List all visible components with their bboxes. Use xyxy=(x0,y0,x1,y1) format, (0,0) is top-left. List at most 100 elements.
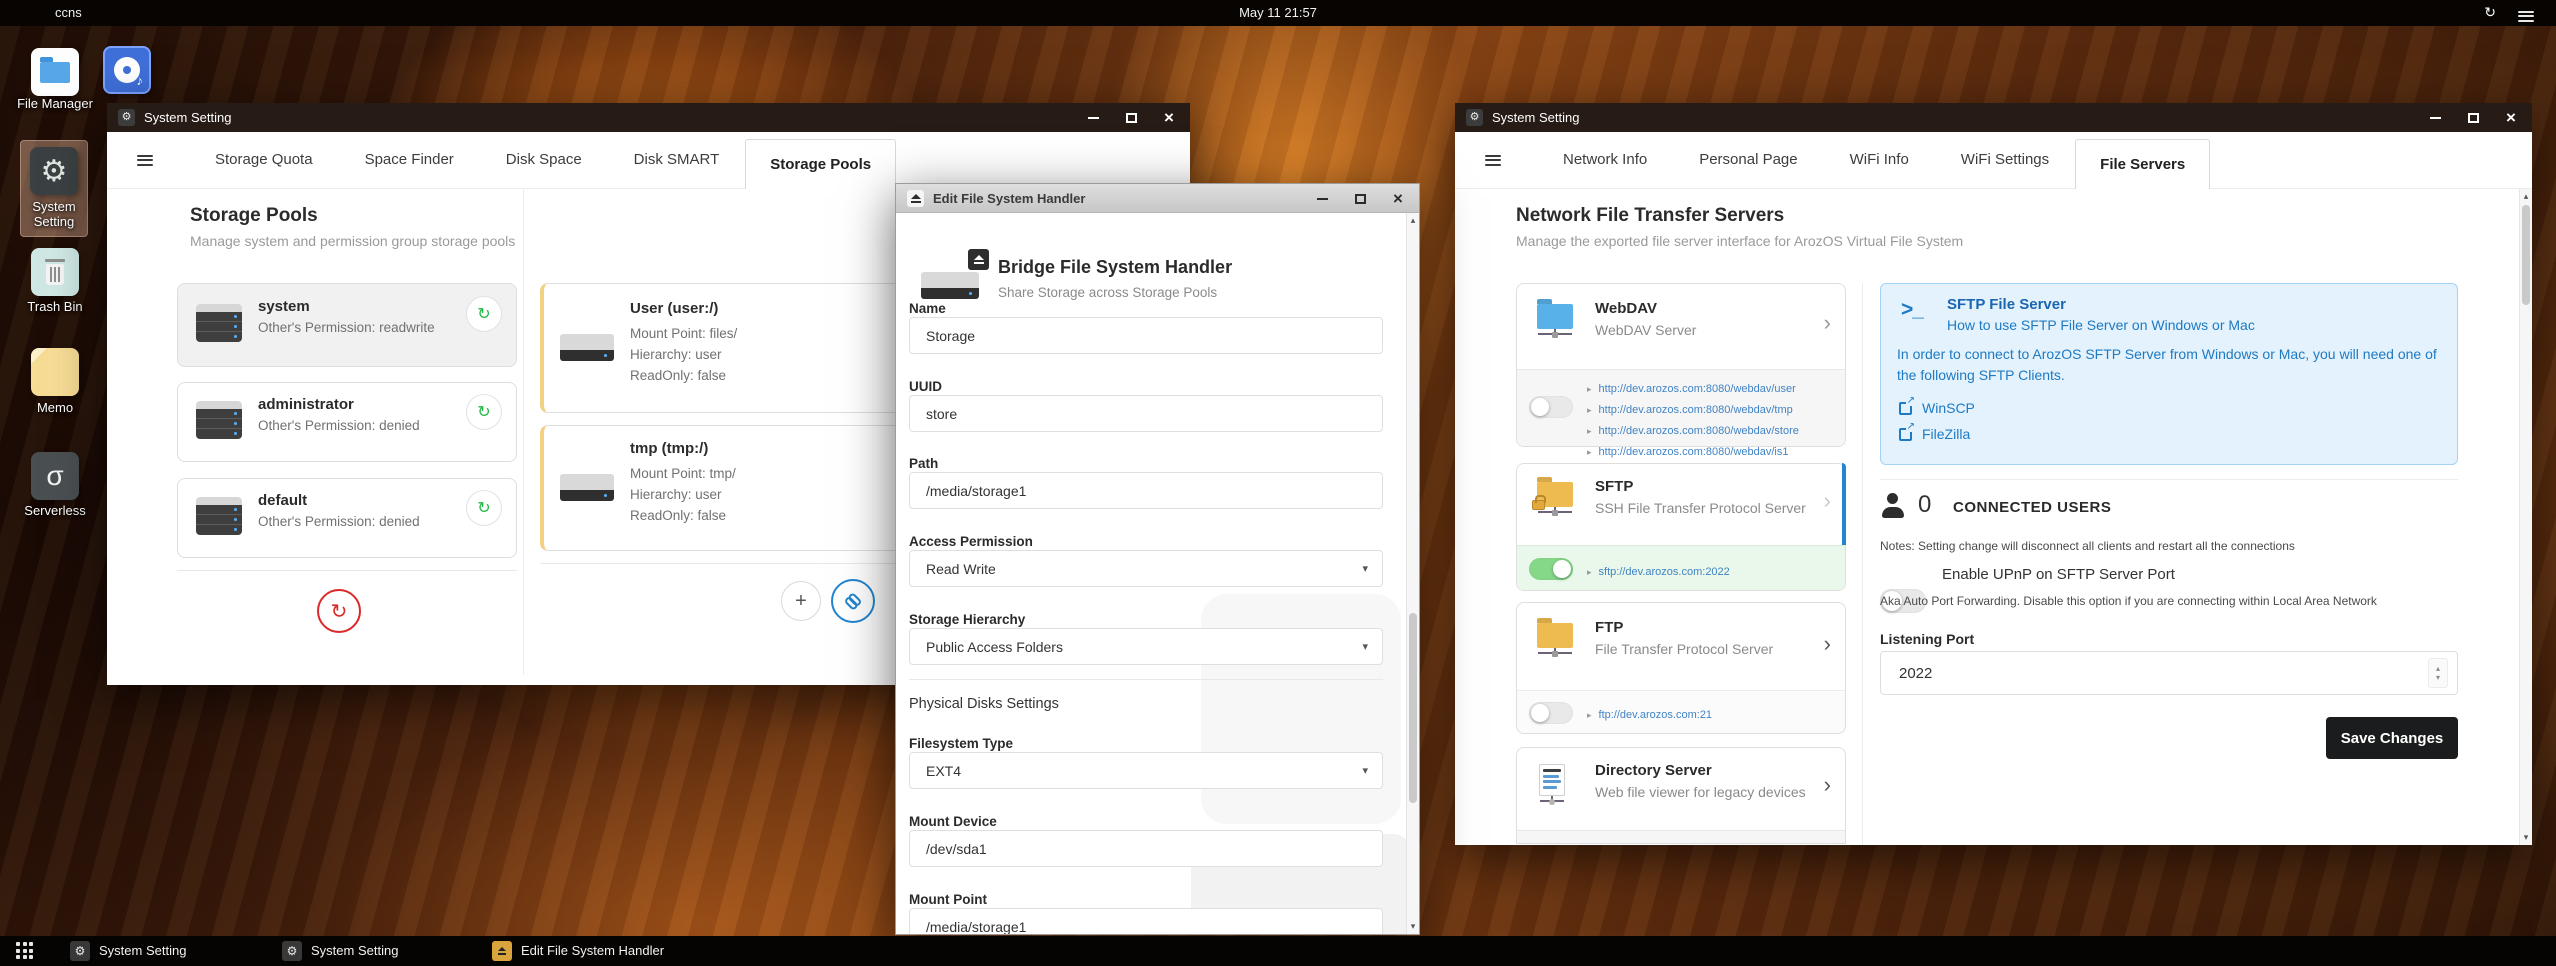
client-link-filezilla[interactable]: ↗ FileZilla xyxy=(1899,422,1970,442)
uuid-input[interactable] xyxy=(909,395,1383,432)
bullet-icon: ▸ xyxy=(1587,405,1592,415)
fsh-card-tmp[interactable]: tmp (tmp:/) Mount Point: tmp/ Hierarchy:… xyxy=(540,425,920,551)
desktop-icon-serverless[interactable]: σ xyxy=(31,452,79,500)
close-button[interactable]: × xyxy=(1379,184,1417,213)
taskbar-item-system-setting-2[interactable]: ⚙ System Setting xyxy=(282,936,398,966)
scroll-down-icon[interactable]: ▾ xyxy=(2520,832,2532,843)
desktop-icon-file-manager[interactable] xyxy=(31,48,79,96)
webdav-link[interactable]: http://dev.arozos.com:8080/webdav/is1 xyxy=(1599,446,1789,458)
fsh-card-user[interactable]: User (user:/) Mount Point: files/ Hierar… xyxy=(540,283,920,413)
ftp-toggle[interactable] xyxy=(1529,702,1573,724)
eject-icon xyxy=(492,941,512,961)
port-value[interactable] xyxy=(1881,652,2457,694)
pool-card-administrator[interactable]: administrator Other's Permission: denied… xyxy=(177,382,517,462)
listening-port-input[interactable]: ▴ ▾ xyxy=(1880,651,2458,695)
mount-point-input[interactable] xyxy=(909,908,1383,934)
maximize-button[interactable] xyxy=(2454,103,2492,132)
mount-device-input[interactable] xyxy=(909,830,1383,867)
chevron-right-icon[interactable]: › xyxy=(1824,631,1831,657)
step-up-icon[interactable]: ▴ xyxy=(2436,664,2440,673)
link-handler-button[interactable] xyxy=(831,579,875,623)
tab-disk-smart[interactable]: Disk SMART xyxy=(608,132,746,188)
page-title: Storage Pools xyxy=(190,205,318,226)
clock: May 11 21:57 xyxy=(1239,5,1317,20)
app-launcher-icon[interactable] xyxy=(16,942,33,959)
sftp-toggle[interactable] xyxy=(1529,558,1573,580)
scroll-up-icon[interactable]: ▴ xyxy=(2520,191,2532,202)
tab-disk-space[interactable]: Disk Space xyxy=(480,132,608,188)
tab-file-servers[interactable]: File Servers xyxy=(2075,139,2211,189)
scrollbar-thumb[interactable] xyxy=(1409,613,1417,803)
webdav-link[interactable]: http://dev.arozos.com:8080/webdav/store xyxy=(1599,425,1799,437)
webdav-link[interactable]: http://dev.arozos.com:8080/webdav/user xyxy=(1599,383,1796,395)
minimize-button[interactable] xyxy=(2416,103,2454,132)
desktop-icon-trash-bin[interactable] xyxy=(31,248,79,296)
taskbar-item-edit-fsh[interactable]: Edit File System Handler xyxy=(492,936,664,966)
storage-hierarchy-select[interactable]: Public Access Folders ▾ xyxy=(909,628,1383,665)
scroll-down-icon[interactable]: ▾ xyxy=(1407,921,1419,932)
step-down-icon[interactable]: ▾ xyxy=(2436,673,2440,682)
scrollbar-thumb[interactable] xyxy=(2522,205,2530,305)
scroll-up-icon[interactable]: ▴ xyxy=(1407,215,1419,226)
pool-sync-button[interactable]: ↻ xyxy=(466,394,502,430)
desktop-icon-system-setting[interactable]: ⚙ xyxy=(30,147,78,195)
access-permission-select[interactable]: Read Write ▾ xyxy=(909,550,1383,587)
add-handler-button[interactable]: + xyxy=(781,581,821,621)
desktop-icon-memo[interactable] xyxy=(31,348,79,396)
pool-name: default xyxy=(258,492,308,509)
reload-pools-button[interactable]: ↻ xyxy=(317,589,361,633)
tab-wifi-settings[interactable]: WiFi Settings xyxy=(1935,132,2075,188)
sync-status-icon[interactable]: ↻ xyxy=(2484,4,2496,21)
window-scrollbar[interactable]: ▴ ▾ xyxy=(2519,189,2532,845)
tab-space-finder[interactable]: Space Finder xyxy=(339,132,480,188)
maximize-button[interactable] xyxy=(1112,103,1150,132)
ftp-link[interactable]: ftp://dev.arozos.com:21 xyxy=(1599,709,1713,721)
tab-network-info[interactable]: Network Info xyxy=(1537,132,1673,188)
minimize-button[interactable] xyxy=(1303,184,1341,213)
server-card-directory[interactable]: Directory Server Web file viewer for leg… xyxy=(1516,747,1846,844)
close-button[interactable]: × xyxy=(2492,103,2530,132)
taskbar-item-system-setting-1[interactable]: ⚙ System Setting xyxy=(70,936,186,966)
sftp-link[interactable]: sftp://dev.arozos.com:2022 xyxy=(1599,566,1730,578)
maximize-button[interactable] xyxy=(1341,184,1379,213)
server-card-sftp[interactable]: SFTP SSH File Transfer Protocol Server ›… xyxy=(1516,463,1846,591)
tab-storage-quota[interactable]: Storage Quota xyxy=(189,132,339,188)
webdav-toggle[interactable] xyxy=(1529,396,1573,418)
minimize-button[interactable] xyxy=(1074,103,1112,132)
selected-indicator xyxy=(1842,463,1846,545)
tab-personal-page[interactable]: Personal Page xyxy=(1673,132,1823,188)
server-card-ftp[interactable]: FTP File Transfer Protocol Server › ▸ ftp… xyxy=(1516,602,1846,734)
gear-icon: ⚙ xyxy=(30,147,78,195)
desktop-icon-music[interactable]: ♪ xyxy=(103,46,151,94)
number-stepper[interactable]: ▴ ▾ xyxy=(2428,658,2448,688)
tab-wifi-info[interactable]: WiFi Info xyxy=(1824,132,1935,188)
pool-sync-button[interactable]: ↻ xyxy=(466,490,502,526)
chevron-right-icon[interactable]: › xyxy=(1824,310,1831,336)
window-titlebar[interactable]: ⚙ System Setting × xyxy=(107,103,1190,132)
save-changes-button[interactable]: Save Changes xyxy=(2326,717,2458,759)
divider xyxy=(1880,479,2458,480)
dialog-scrollbar[interactable]: ▴ ▾ xyxy=(1406,213,1419,934)
chevron-right-icon[interactable]: › xyxy=(1824,772,1831,798)
pool-card-system[interactable]: system Other's Permission: readwrite ↻ xyxy=(177,283,517,367)
divider xyxy=(909,679,1383,680)
filesystem-type-select[interactable]: EXT4 ▾ xyxy=(909,752,1383,789)
pool-card-default[interactable]: default Other's Permission: denied ↻ xyxy=(177,478,517,558)
name-input[interactable] xyxy=(909,317,1383,354)
window-titlebar[interactable]: ⚙ System Setting × xyxy=(1455,103,2532,132)
menu-icon[interactable] xyxy=(1485,152,1501,168)
client-link-winscp[interactable]: ↗ WinSCP xyxy=(1899,396,1975,416)
close-button[interactable]: × xyxy=(1150,103,1188,132)
file-manager-icon xyxy=(31,48,79,96)
desktop-icon-label: File Manager xyxy=(17,96,93,111)
chevron-right-icon[interactable]: › xyxy=(1824,488,1831,514)
pool-sync-button[interactable]: ↻ xyxy=(466,296,502,332)
menu-icon[interactable] xyxy=(137,152,153,168)
tab-storage-pools[interactable]: Storage Pools xyxy=(745,139,897,189)
webdav-link[interactable]: http://dev.arozos.com:8080/webdav/tmp xyxy=(1599,404,1793,416)
dialog-titlebar[interactable]: Edit File System Handler × xyxy=(896,184,1419,213)
top-menu-icon[interactable] xyxy=(2518,8,2534,24)
server-card-webdav[interactable]: WebDAV WebDAV Server › ▸ http://dev.arozo… xyxy=(1516,283,1846,458)
path-input[interactable] xyxy=(909,472,1383,509)
connected-users-label: CONNECTED USERS xyxy=(1953,499,2112,516)
